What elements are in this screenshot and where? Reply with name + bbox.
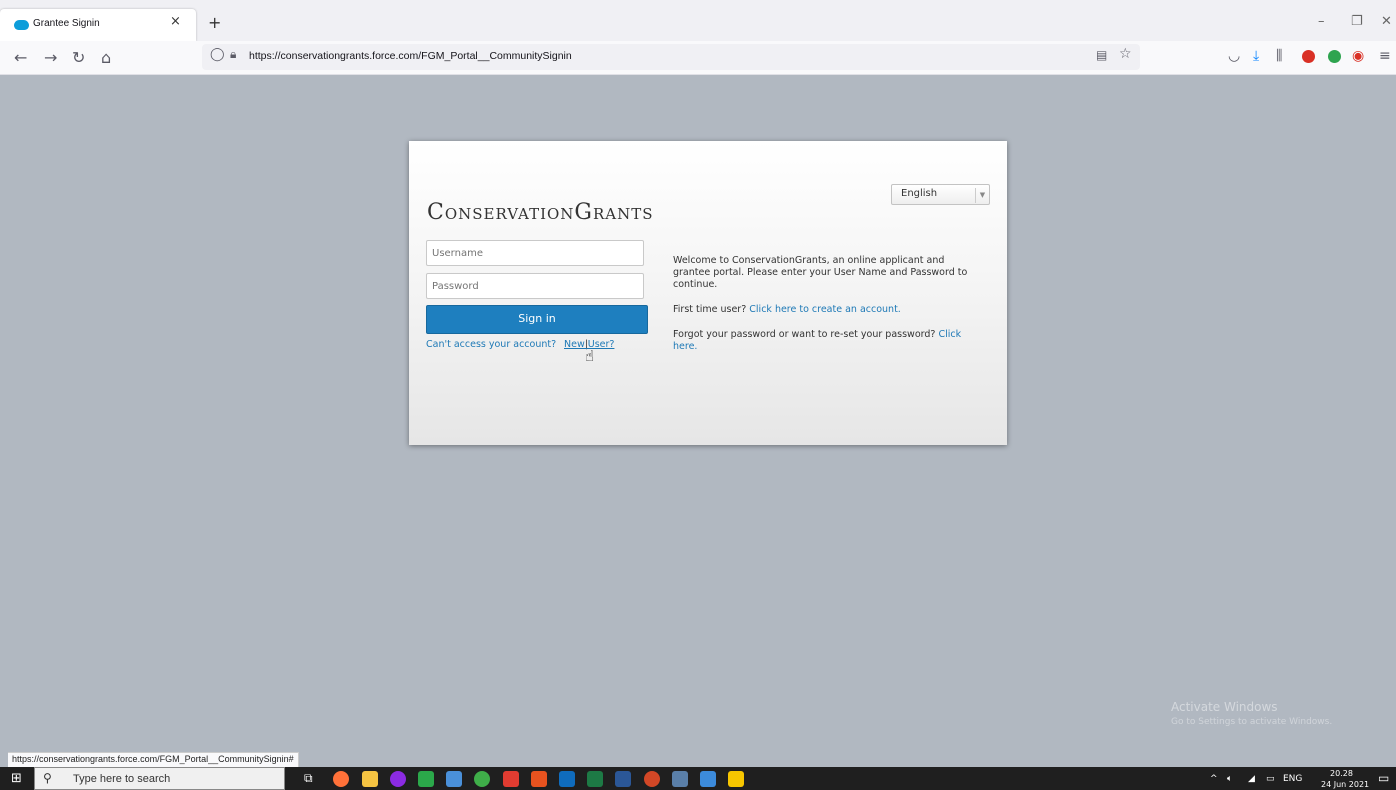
salesforce-cloud-icon [14,20,29,30]
sign-in-button[interactable]: Sign in [426,305,648,334]
bookmark-star-icon[interactable]: ☆ [1119,46,1132,62]
pen-app-icon[interactable] [446,771,462,787]
snip-tool-icon[interactable] [418,771,434,787]
tab-close-button[interactable]: × [170,14,181,29]
forgot-line: Forgot your password or want to re-set y… [673,329,973,353]
chevron-down-icon: ▼ [975,188,989,203]
first-time-line: First time user? Click here to create an… [673,304,973,316]
task-view-icon[interactable]: ⧉ [304,771,313,786]
reader-view-icon[interactable]: ▤ [1096,48,1107,62]
battery-icon[interactable]: ▭ [1266,774,1275,784]
volume-icon[interactable]: 🔈︎ [1227,774,1232,784]
record-icon[interactable]: ◉ [1352,48,1364,64]
reload-icon[interactable]: ↻ [72,48,85,67]
activate-windows-title: Activate Windows [1171,700,1278,714]
qgis-icon[interactable] [474,771,490,787]
pdf-app-icon[interactable] [531,771,547,787]
back-icon[interactable]: ← [14,48,27,67]
search-icon: ⚲ [43,771,52,785]
language-select[interactable]: English ▼ [891,184,990,205]
username-input[interactable] [426,240,644,266]
create-account-link[interactable]: Click here to create an account. [749,304,901,315]
menu-icon[interactable]: ≡ [1379,48,1391,64]
lock-icon[interactable]: 🔒︎ [230,47,236,62]
taskbar-search[interactable]: ⚲ Type here to search [34,767,285,790]
calendar-icon[interactable] [700,771,716,787]
welcome-text: Welcome to ConservationGrants, an online… [673,255,968,290]
windows-start-icon[interactable]: ⊞ [11,771,22,786]
pocket-icon[interactable]: ◡ [1228,48,1240,64]
outlook-icon[interactable] [559,771,575,787]
restore-icon[interactable]: ❐ [1351,14,1363,29]
file-explorer-icon[interactable] [362,771,378,787]
password-input[interactable] [426,273,644,299]
notification-icon[interactable]: ▭ [1378,771,1389,785]
calculator-icon[interactable] [672,771,688,787]
extension-green-icon[interactable] [1328,50,1341,63]
search-placeholder: Type here to search [73,773,171,785]
minimize-icon[interactable]: – [1318,14,1325,29]
powerpoint-icon[interactable] [644,771,660,787]
home-icon[interactable]: ⌂ [101,48,111,67]
url-text[interactable]: https://conservationgrants.force.com/FGM… [249,50,572,62]
clock-date[interactable]: 24 Jun 2021 [1321,780,1369,789]
hand-cursor-icon: ☝ [585,347,595,365]
tab-title: Grantee Signin [33,18,100,29]
network-icon[interactable]: ◢ [1248,774,1255,784]
language-value: English [901,188,938,199]
close-window-icon[interactable]: ✕ [1381,14,1392,29]
forward-icon[interactable]: → [44,48,57,67]
tray-chevron-icon[interactable]: ^ [1210,774,1218,784]
activate-windows-subtitle: Go to Settings to activate Windows. [1171,717,1333,727]
forgot-text: Forgot your password or want to re-set y… [673,329,939,340]
sticky-notes-icon[interactable] [728,771,744,787]
cant-access-link[interactable]: Can't access your account? [426,339,556,350]
excel-icon[interactable] [587,771,603,787]
downloads-icon[interactable]: ⤓ [1253,48,1259,64]
logo: ConservationGrants [427,200,654,225]
clock-time[interactable]: 20.28 [1330,769,1353,778]
adblock-icon[interactable] [1302,50,1315,63]
media-app-icon[interactable] [390,771,406,787]
shield-icon[interactable]: ◯ [210,47,225,62]
new-tab-button[interactable]: + [208,13,221,32]
browser-tab[interactable]: Grantee Signin × [0,9,196,41]
word-icon[interactable] [615,771,631,787]
input-language[interactable]: ENG [1283,774,1302,784]
red-app-icon[interactable] [503,771,519,787]
first-time-text: First time user? [673,304,750,315]
login-card: English ▼ ConservationGrants Sign in Can… [409,141,1007,445]
firefox-icon[interactable] [333,771,349,787]
library-icon[interactable]: ⫼ [1276,48,1282,64]
